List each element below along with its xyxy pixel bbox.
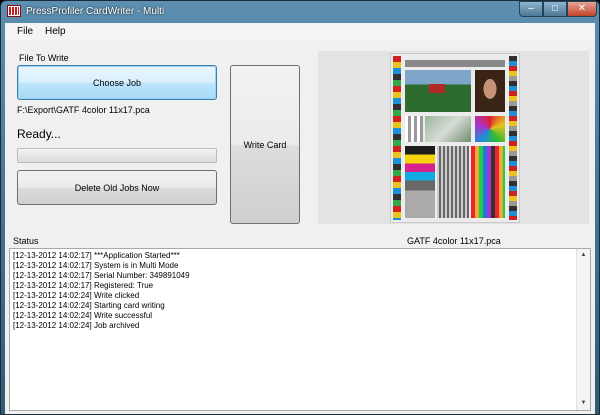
log-line: [12-13-2012 14:02:17] Registered: True (13, 281, 154, 290)
status-label: Status (13, 236, 39, 246)
job-preview-image (390, 53, 520, 223)
log-line: [12-13-2012 14:02:17] ***Application Sta… (13, 251, 180, 260)
choose-job-button[interactable]: Choose Job (17, 65, 217, 100)
menu-bar: File Help (5, 23, 595, 41)
log-line: [12-13-2012 14:02:24] Starting card writ… (13, 301, 165, 310)
log-scrollbar[interactable]: ▲ ▼ (576, 249, 590, 410)
log-line: [12-13-2012 14:02:17] Serial Number: 349… (13, 271, 190, 280)
log-lines: [12-13-2012 14:02:17] ***Application Sta… (13, 251, 190, 331)
menu-help[interactable]: Help (45, 26, 66, 37)
write-card-button[interactable]: Write Card (230, 65, 300, 224)
scroll-up-arrow-icon[interactable]: ▲ (577, 249, 590, 262)
scroll-down-arrow-icon[interactable]: ▼ (577, 397, 590, 410)
menu-file[interactable]: File (17, 26, 33, 37)
title-bar[interactable]: PressProfiler CardWriter - Multi – □ ✕ (1, 1, 599, 23)
minimize-button[interactable]: – (519, 1, 543, 17)
client-area: File Help File To Write Choose Job F:\Ex… (5, 23, 595, 414)
status-log[interactable]: [12-13-2012 14:02:17] ***Application Sta… (9, 248, 591, 411)
log-line: [12-13-2012 14:02:17] System is in Multi… (13, 261, 179, 270)
file-path-text: F:\Export\GATF 4color 11x17.pca (17, 105, 150, 115)
log-line: [12-13-2012 14:02:24] Write clicked (13, 291, 140, 300)
close-button[interactable]: ✕ (567, 1, 597, 17)
file-to-write-label: File To Write (19, 53, 69, 63)
app-icon (7, 5, 21, 17)
job-preview-panel (318, 51, 589, 224)
maximize-button[interactable]: □ (543, 1, 567, 17)
log-line: [12-13-2012 14:02:24] Write successful (13, 311, 153, 320)
log-line: [12-13-2012 14:02:24] Job archived (13, 321, 140, 330)
delete-old-jobs-button[interactable]: Delete Old Jobs Now (17, 170, 217, 205)
status-ready-text: Ready... (17, 127, 61, 141)
window-title: PressProfiler CardWriter - Multi (26, 6, 165, 17)
preview-caption: GATF 4color 11x17.pca (407, 236, 501, 246)
app-window: PressProfiler CardWriter - Multi – □ ✕ F… (0, 0, 600, 415)
write-progress-bar (17, 148, 217, 163)
